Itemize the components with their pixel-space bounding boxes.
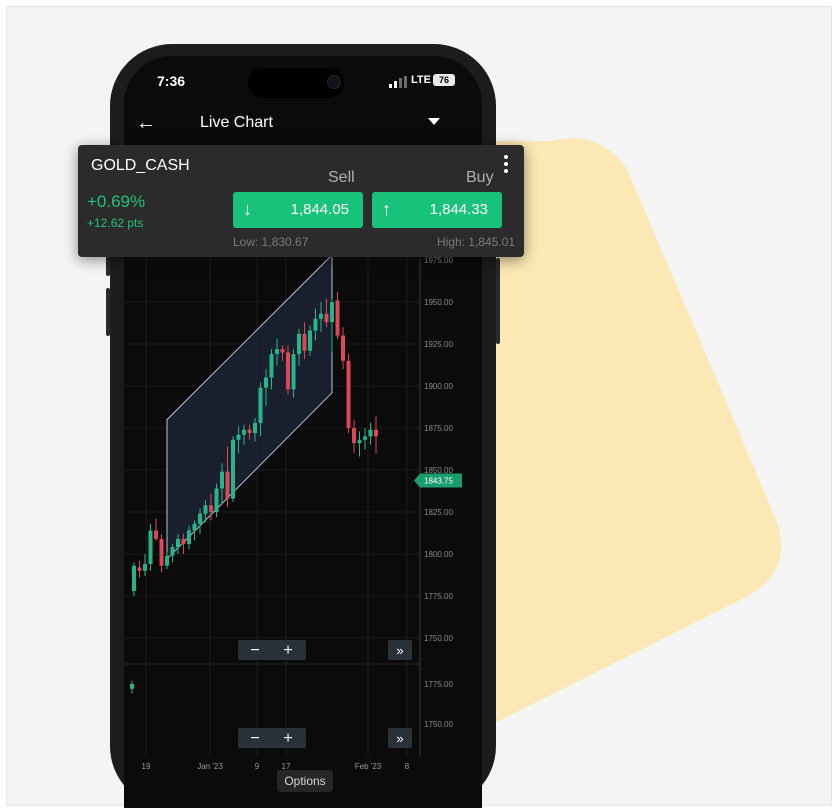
candle-body bbox=[225, 471, 230, 499]
candle-body bbox=[203, 505, 208, 514]
sell-button[interactable]: ↓ 1,844.05 bbox=[233, 192, 363, 228]
x-tick-label: Feb '23 bbox=[355, 762, 382, 771]
quote-panel: GOLD_CASH +0.69% +12.62 pts Sell Buy ↓ 1… bbox=[78, 145, 524, 257]
candle-body bbox=[181, 538, 186, 544]
change-points: +12.62 pts bbox=[87, 216, 144, 230]
high-price: High: 1,845.01 bbox=[436, 235, 515, 249]
y-tick-label: 1775.00 bbox=[424, 592, 453, 601]
candle-body bbox=[220, 471, 224, 489]
zoom-in-button[interactable]: + bbox=[283, 730, 292, 747]
candle-body bbox=[357, 439, 362, 444]
candle-body bbox=[143, 564, 147, 571]
candle-body bbox=[297, 333, 301, 355]
change-percent: +0.69% bbox=[87, 192, 146, 211]
y-tick-label: 1900.00 bbox=[424, 382, 453, 391]
y-tick-label: 1775.00 bbox=[424, 680, 453, 689]
candle-body bbox=[148, 530, 153, 565]
more-vertical-icon[interactable] bbox=[504, 155, 508, 176]
y-tick-label: 1825.00 bbox=[424, 508, 453, 517]
candle-body bbox=[280, 349, 285, 353]
candle-body bbox=[236, 434, 241, 440]
scroll-right-button[interactable]: » bbox=[396, 731, 403, 746]
candle-body bbox=[192, 523, 197, 531]
candle-body bbox=[159, 538, 164, 566]
x-tick-label: 19 bbox=[142, 762, 151, 771]
sell-price: 1,844.05 bbox=[290, 201, 349, 218]
buy-label: Buy bbox=[466, 169, 494, 186]
candle-body bbox=[247, 429, 252, 434]
trend-channel bbox=[166, 253, 333, 561]
candle-body bbox=[374, 429, 378, 437]
candle-body bbox=[214, 488, 219, 512]
candle-body bbox=[275, 349, 279, 355]
candle-body bbox=[319, 313, 323, 319]
candle-body bbox=[330, 302, 334, 323]
y-tick-label: 1800.00 bbox=[424, 550, 453, 559]
buy-button[interactable]: ↑ 1,844.33 bbox=[372, 192, 502, 228]
candle-body bbox=[130, 684, 134, 689]
zoom-out-button[interactable]: − bbox=[250, 730, 259, 747]
candle-body bbox=[170, 547, 175, 556]
y-tick-label: 1925.00 bbox=[424, 340, 453, 349]
candle-body bbox=[363, 436, 367, 440]
y-tick-label: 1950.00 bbox=[424, 298, 453, 307]
candle-body bbox=[137, 567, 142, 571]
candle-body bbox=[286, 352, 290, 390]
y-tick-label: 1750.00 bbox=[424, 634, 453, 643]
candle-body bbox=[165, 555, 169, 566]
candle-body bbox=[176, 538, 180, 548]
options-button[interactable]: Options bbox=[277, 770, 333, 792]
x-tick-label: 9 bbox=[255, 762, 260, 771]
candle-body bbox=[302, 333, 307, 351]
buy-price: 1,844.33 bbox=[429, 201, 488, 218]
candle-body bbox=[313, 318, 318, 331]
candle-body bbox=[352, 428, 356, 444]
candle-body bbox=[132, 565, 136, 591]
y-tick-label: 1975.00 bbox=[424, 256, 453, 265]
arrow-up-icon: ↑ bbox=[382, 199, 391, 219]
candle-body bbox=[187, 530, 191, 544]
candle-body bbox=[346, 360, 351, 428]
candle-body bbox=[242, 429, 246, 435]
zoom-control bbox=[238, 728, 306, 748]
scroll-right-button[interactable]: » bbox=[396, 643, 403, 658]
candle-body bbox=[291, 354, 296, 390]
candle-body bbox=[308, 330, 312, 351]
sell-label: Sell bbox=[328, 169, 355, 186]
candle-body bbox=[231, 439, 235, 499]
arrow-down-icon: ↓ bbox=[243, 199, 252, 219]
zoom-in-button[interactable]: + bbox=[283, 642, 292, 659]
candle-body bbox=[154, 530, 158, 539]
candle-body bbox=[324, 313, 329, 323]
candle-body bbox=[341, 335, 345, 361]
y-tick-label: 1875.00 bbox=[424, 424, 453, 433]
x-tick-label: 8 bbox=[405, 762, 410, 771]
x-tick-label: Jan '23 bbox=[197, 762, 223, 771]
candle-body bbox=[368, 429, 373, 437]
candle-body bbox=[335, 300, 340, 336]
candle-body bbox=[253, 422, 257, 434]
candle-body bbox=[209, 505, 213, 512]
current-price-label: 1843.75 bbox=[424, 477, 453, 486]
zoom-control bbox=[238, 640, 306, 660]
candle-body bbox=[264, 377, 268, 388]
y-tick-label: 1750.00 bbox=[424, 720, 453, 729]
zoom-out-button[interactable]: − bbox=[250, 642, 259, 659]
candle-body bbox=[258, 387, 263, 423]
candle-body bbox=[198, 513, 202, 524]
candle-body bbox=[269, 354, 274, 378]
symbol-name: GOLD_CASH bbox=[91, 157, 190, 174]
low-price: Low: 1,830.67 bbox=[233, 235, 309, 249]
